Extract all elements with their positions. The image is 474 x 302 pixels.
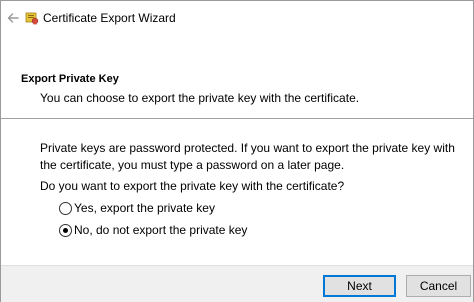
description-text: Private keys are password protected. If …	[40, 141, 455, 172]
radio-button-no[interactable]	[59, 224, 72, 237]
radio-selected-dot	[63, 228, 68, 233]
radio-button-yes[interactable]	[59, 202, 72, 215]
window-title: Certificate Export Wizard	[43, 11, 176, 25]
next-button[interactable]: Next	[323, 275, 396, 297]
certificate-export-wizard-window: Certificate Export Wizard Export Private…	[0, 0, 474, 302]
button-bar: Next Cancel	[1, 265, 473, 302]
page-subtitle: You can choose to export the private key…	[40, 91, 360, 105]
header-separator	[1, 118, 473, 119]
radio-label-yes[interactable]: Yes, export the private key	[74, 201, 215, 215]
question-text: Do you want to export the private key wi…	[40, 179, 345, 193]
page-title: Export Private Key	[21, 73, 119, 85]
radio-label-no[interactable]: No, do not export the private key	[74, 223, 247, 237]
cancel-button[interactable]: Cancel	[406, 275, 471, 297]
certificate-wizard-icon	[25, 11, 39, 25]
back-arrow-icon[interactable]	[5, 10, 21, 26]
title-bar: Certificate Export Wizard	[1, 1, 473, 37]
